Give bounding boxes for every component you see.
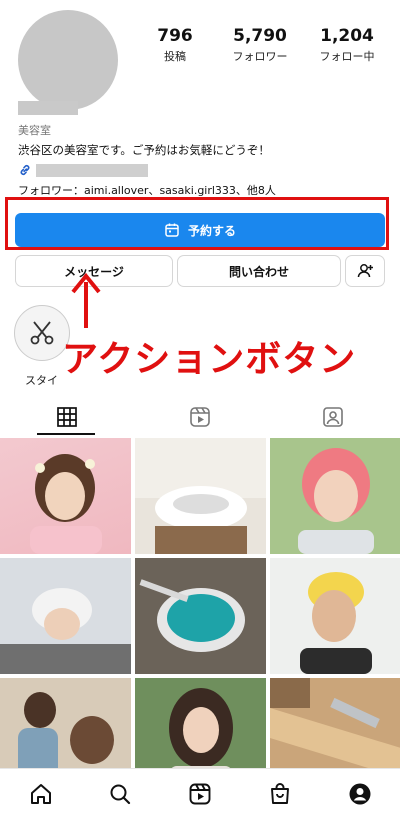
grid-icon [56,407,77,427]
grid-post[interactable] [270,438,400,554]
suggest-people-button[interactable] [346,256,384,286]
annotation-arrow [71,272,101,328]
stat-posts-value: 796 [157,26,193,46]
post-image [300,572,372,674]
post-image [0,588,131,674]
tab-reels[interactable] [133,400,266,434]
stat-posts-label: 投稿 [164,50,186,63]
profile-category: 美容室 [18,124,51,137]
grid-post[interactable] [0,438,131,554]
grid-post[interactable] [0,558,131,674]
nav-home[interactable] [26,779,56,809]
post-image [139,579,245,652]
inquiry-button-label: 問い合わせ [228,264,289,279]
username-redacted [18,101,78,115]
stat-following[interactable]: 1,204 フォロー中 [302,26,392,64]
tab-tagged[interactable] [266,400,399,434]
nav-shop[interactable] [265,779,295,809]
stat-followers-label: フォロワー [232,50,288,63]
bottom-navigation [0,768,400,817]
post-image [298,448,374,554]
post-image [30,454,102,554]
nav-profile[interactable] [345,779,375,809]
shop-icon [271,783,289,804]
highlight-label: スタイ [25,374,58,387]
post-image [135,438,266,554]
stat-posts[interactable]: 796 投稿 [130,26,220,64]
profile-icon [349,783,371,805]
link-redacted [36,164,148,177]
tab-grid[interactable] [0,400,133,434]
annotation-caption: アクションボタン [62,339,357,380]
add-person-icon [357,264,373,278]
stat-following-label: フォロー中 [319,50,375,63]
stat-followers-value: 5,790 [233,26,287,46]
profile-bio: 渋谷区の美容室です。ご予約はお気軽にどうぞ！ [18,143,270,157]
nav-reels[interactable] [185,779,215,809]
grid-post[interactable] [135,558,266,674]
stat-following-value: 1,204 [320,26,374,46]
nav-search[interactable] [105,779,135,809]
stat-followers[interactable]: 5,790 フォロワー [215,26,305,64]
grid-post[interactable] [135,438,266,554]
link-icon [20,164,30,176]
search-icon [110,784,131,805]
profile-link[interactable] [18,161,218,179]
mutual-followers[interactable]: フォロワー：aimi.allover、sasaki.girl333、他8人 [18,182,383,198]
tagged-person-icon [322,407,343,427]
reels-icon [189,407,210,427]
reels-icon [189,783,211,805]
inquiry-button[interactable]: 問い合わせ [178,256,340,286]
grid-post[interactable] [270,558,400,674]
action-highlight-frame [5,197,389,250]
profile-avatar[interactable] [18,10,118,110]
scissors-icon [30,321,54,345]
active-tab-indicator [37,433,95,435]
home-icon [31,784,51,804]
